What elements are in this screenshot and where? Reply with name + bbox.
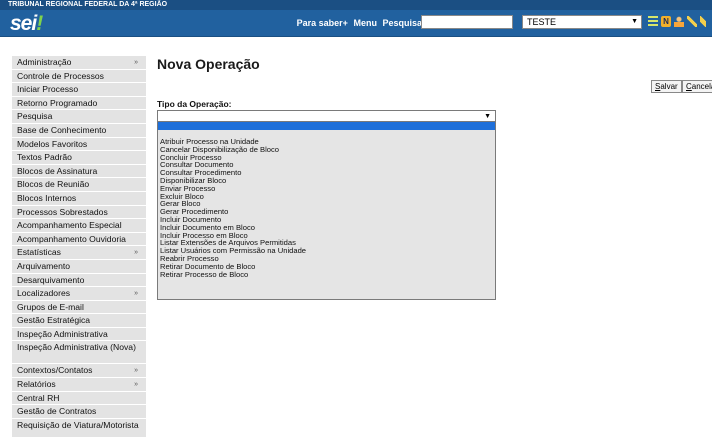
sidebar-item[interactable]: Contextos/Contatos » bbox=[12, 364, 146, 379]
link-menu[interactable]: Menu bbox=[353, 18, 377, 28]
sidebar-item[interactable]: Blocos de Assinatura bbox=[12, 164, 146, 179]
sidebar-item[interactable]: Blocos de Reunião bbox=[12, 178, 146, 192]
chevron-down-icon: ▼ bbox=[631, 18, 638, 25]
sidebar-item-label: Inspeção Administrativa bbox=[17, 328, 108, 339]
sidebar-item-label: Controle de Processos bbox=[17, 70, 104, 81]
sidebar-item-label: Textos Padrão bbox=[17, 152, 72, 163]
sidebar-item-label: Administração bbox=[17, 57, 72, 67]
sidebar-item-label: Gestão de Contratos bbox=[17, 406, 97, 417]
submenu-arrow-icon: » bbox=[134, 59, 138, 66]
sidebar-item[interactable]: Inspeção Administrativa (Nova) bbox=[12, 341, 146, 365]
operation-option[interactable]: Enviar Processo bbox=[158, 184, 495, 193]
cancel-button[interactable]: Cancelar bbox=[682, 80, 712, 93]
logo-dot: ! bbox=[36, 12, 43, 35]
search-input[interactable] bbox=[421, 15, 513, 29]
sidebar-item[interactable]: Inspeção Administrativa bbox=[12, 327, 146, 342]
sidebar-item-label: Contextos/Contatos bbox=[17, 365, 93, 376]
sidebar-item[interactable]: Localizadores » bbox=[12, 287, 146, 301]
operation-type-dropdown: Atribuir Processo na Unidade Cancelar Dis… bbox=[157, 121, 496, 300]
sidebar-item-label: Blocos de Reunião bbox=[17, 179, 90, 190]
operation-option[interactable]: Retirar Processo de Bloco bbox=[158, 270, 495, 279]
sidebar-item[interactable]: Retorno Programado bbox=[12, 96, 146, 111]
sidebar-item[interactable]: Relatórios » bbox=[12, 378, 146, 392]
save-button[interactable]: Salvar bbox=[651, 80, 682, 93]
sidebar-item-label: Estatísticas bbox=[17, 247, 61, 258]
sidebar-item[interactable]: Processos Sobrestados bbox=[12, 205, 146, 220]
sidebar-item[interactable]: Modelos Favoritos bbox=[12, 137, 146, 152]
unit-select-value: TESTE bbox=[527, 17, 557, 27]
submenu-arrow-icon: » bbox=[134, 290, 138, 298]
operation-option[interactable] bbox=[158, 122, 495, 130]
sidebar-item-label: Acompanhamento Especial bbox=[17, 220, 122, 231]
page-title: Nova Operação bbox=[157, 56, 260, 72]
sidebar-item-label: Central RH bbox=[17, 392, 60, 403]
header-bar: sei! Para saber+ Menu Pesquisa TESTE ▼ N bbox=[0, 10, 712, 37]
list-icon[interactable] bbox=[648, 16, 658, 27]
wrench-icon[interactable] bbox=[687, 16, 697, 27]
logo-text: sei bbox=[10, 12, 37, 35]
notice-n-icon[interactable]: N bbox=[661, 16, 671, 27]
submenu-arrow-icon: » bbox=[134, 381, 138, 389]
sidebar-item[interactable]: Gestão de Contratos bbox=[12, 405, 146, 419]
sidebar-item-label: Arquivamento bbox=[17, 260, 71, 271]
sidebar-item[interactable]: Desarquivamento bbox=[12, 273, 146, 288]
sidebar-item[interactable]: Requisição de Viatura/Motorista bbox=[12, 418, 146, 437]
sidebar-item[interactable]: Controle de Processos bbox=[12, 69, 146, 84]
submenu-arrow-icon: » bbox=[134, 249, 138, 257]
sei-logo[interactable]: sei! bbox=[10, 12, 43, 36]
operation-type-label: Tipo da Operação: bbox=[157, 99, 232, 109]
sidebar-item[interactable]: Pesquisa bbox=[12, 110, 146, 124]
cancel-label: ancelar bbox=[691, 82, 712, 91]
sidebar-item[interactable]: Acompanhamento Ouvidoria bbox=[12, 232, 146, 247]
header-links: Para saber+ Menu Pesquisa bbox=[294, 18, 422, 28]
header-icons: N bbox=[648, 16, 706, 28]
unit-select[interactable]: TESTE ▼ bbox=[522, 15, 642, 29]
save-label: alvar bbox=[660, 82, 678, 91]
sidebar-item-label: Requisição de Viatura/Motorista bbox=[17, 419, 139, 430]
sidebar-item-label: Base de Conhecimento bbox=[17, 124, 107, 135]
operation-option[interactable]: Excluir Bloco bbox=[158, 192, 495, 201]
sidebar-item[interactable]: Iniciar Processo bbox=[12, 83, 146, 97]
sidebar-item-label: Processos Sobrestados bbox=[17, 206, 108, 217]
sidebar-item[interactable]: Central RH bbox=[12, 391, 146, 406]
sidebar-menu: Administração » Controle de Processos Inici… bbox=[12, 56, 146, 437]
sidebar-item-label: Acompanhamento Ouvidoria bbox=[17, 233, 126, 244]
sidebar-item-label: Iniciar Processo bbox=[17, 84, 79, 95]
sidebar-item-label: Inspeção Administrativa (Nova) bbox=[17, 342, 136, 353]
sidebar-item-label: Blocos Internos bbox=[17, 192, 77, 203]
submenu-arrow-icon: » bbox=[134, 367, 138, 375]
sidebar-item[interactable]: Blocos Internos bbox=[12, 191, 146, 206]
sidebar-item-label: Relatórios bbox=[17, 379, 56, 390]
user-icon[interactable] bbox=[674, 16, 684, 27]
sidebar-item[interactable]: Estatísticas » bbox=[12, 246, 146, 260]
sidebar-item-label: Blocos de Assinatura bbox=[17, 165, 98, 176]
sidebar-item-label: Retorno Programado bbox=[17, 97, 98, 108]
sidebar-item[interactable]: Grupos de E-mail bbox=[12, 300, 146, 315]
sidebar-item[interactable]: Arquivamento bbox=[12, 259, 146, 274]
sidebar-item[interactable]: Acompanhamento Especial bbox=[12, 219, 146, 233]
sidebar-item-label: Grupos de E-mail bbox=[17, 301, 84, 312]
tools-icon[interactable] bbox=[700, 16, 706, 27]
sidebar-item[interactable]: Gestão Estratégica bbox=[12, 314, 146, 328]
link-para-saber[interactable]: Para saber+ bbox=[297, 18, 348, 28]
sidebar-item[interactable]: Textos Padrão bbox=[12, 151, 146, 165]
sidebar-item-label: Modelos Favoritos bbox=[17, 138, 88, 149]
organization-name: TRIBUNAL REGIONAL FEDERAL DA 4ª REGIÃO bbox=[8, 1, 168, 8]
sidebar-item-label: Localizadores bbox=[17, 288, 71, 299]
sidebar-item-label: Pesquisa bbox=[17, 111, 53, 122]
sidebar-item-label: Desarquivamento bbox=[17, 274, 85, 285]
link-pesquisa[interactable]: Pesquisa bbox=[382, 18, 422, 28]
sidebar-item[interactable]: Administração » bbox=[12, 56, 146, 70]
sidebar-item[interactable]: Base de Conhecimento bbox=[12, 123, 146, 138]
sidebar-item-label: Gestão Estratégica bbox=[17, 315, 91, 326]
top-strip: TRIBUNAL REGIONAL FEDERAL DA 4ª REGIÃO bbox=[0, 0, 712, 10]
